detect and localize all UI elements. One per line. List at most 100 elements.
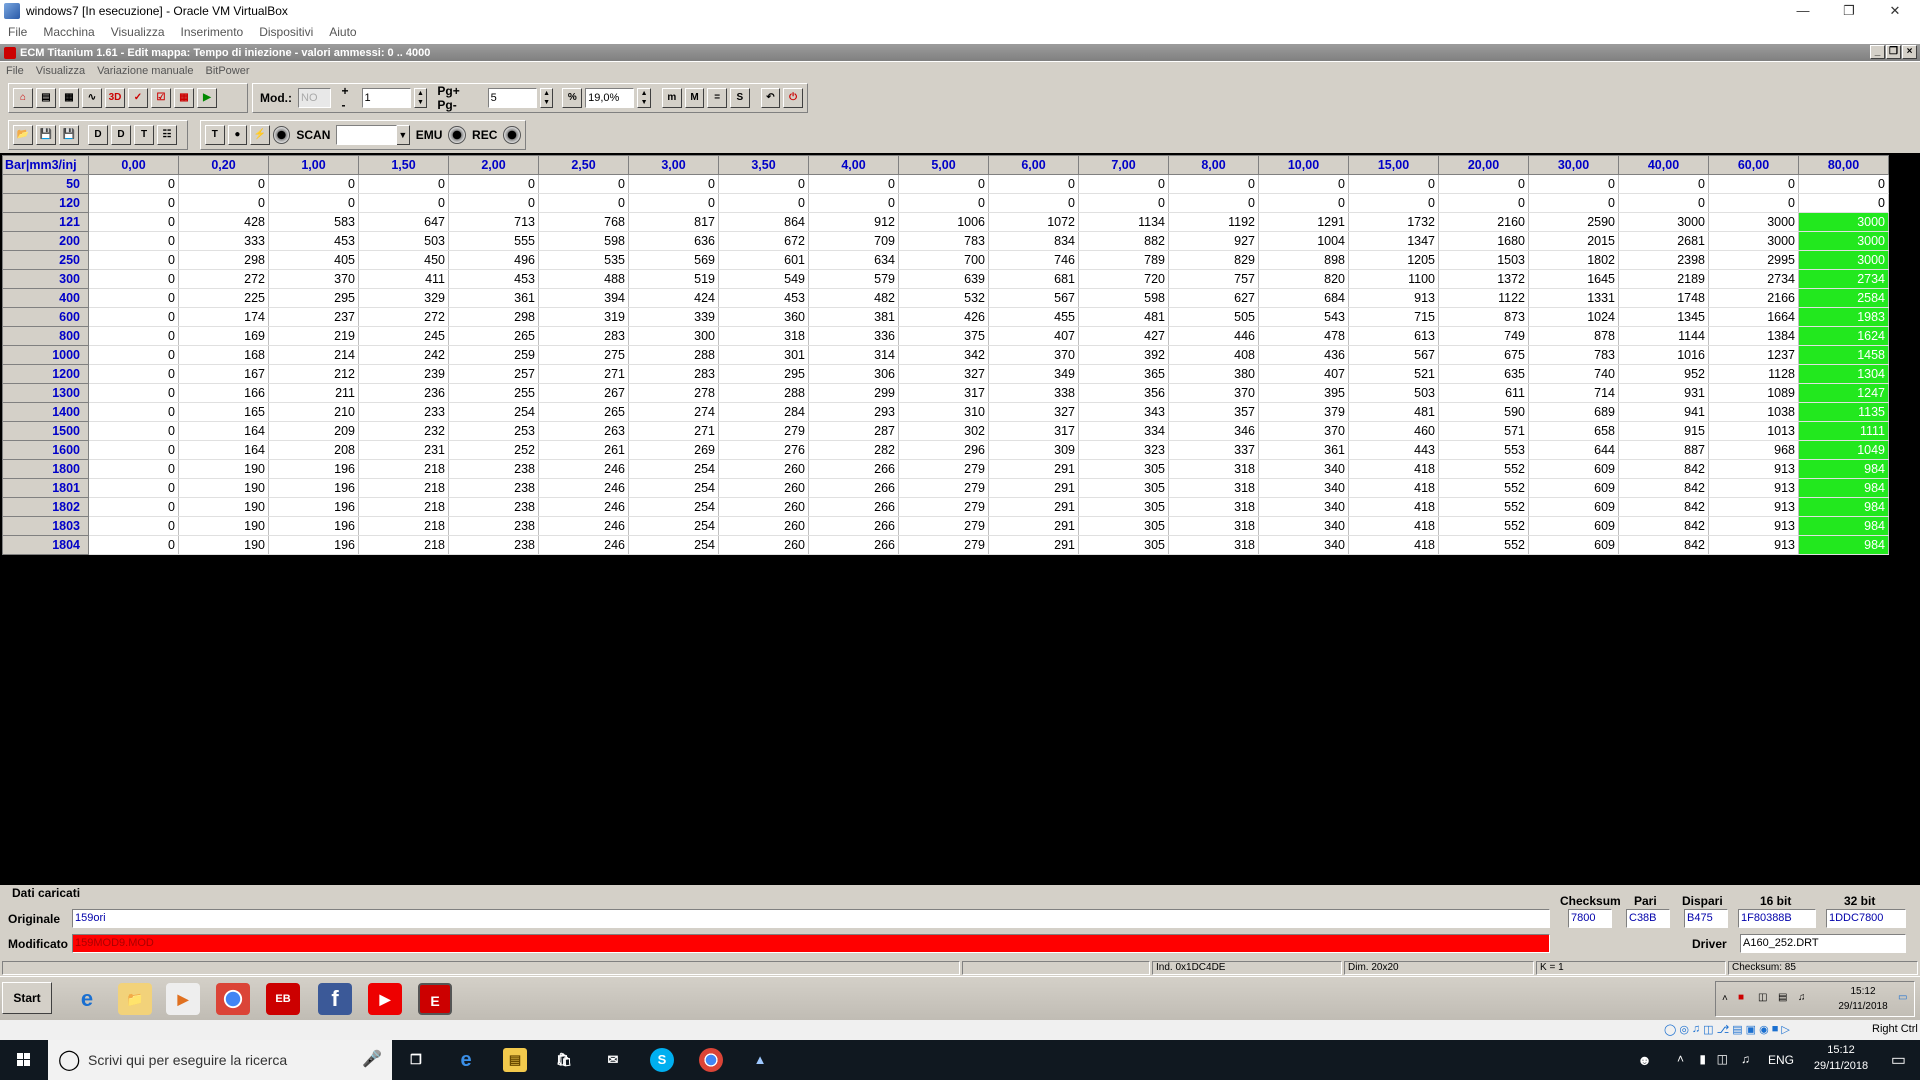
graph-icon[interactable]: ∿	[82, 88, 102, 108]
map-cell[interactable]: 552	[1438, 459, 1529, 479]
map-cell[interactable]: 318	[1168, 516, 1259, 536]
usb-icon[interactable]: ⎇	[1717, 1023, 1730, 1036]
map-cell[interactable]: 1205	[1348, 250, 1439, 270]
map-cell[interactable]: 266	[808, 459, 899, 479]
originale-field[interactable]: 159ori	[72, 909, 1550, 928]
map-cell[interactable]: 1024	[1528, 307, 1619, 327]
map-cell[interactable]: 245	[358, 326, 449, 346]
map-cell[interactable]: 0	[88, 440, 179, 460]
runner-icon[interactable]: ⚡	[250, 125, 270, 145]
map-column-header[interactable]: 4,00	[808, 155, 899, 175]
percent-field[interactable]: 19,0%	[585, 88, 635, 108]
map-cell[interactable]: 238	[448, 535, 539, 555]
ecm-menu-visualizza[interactable]: Visualizza	[36, 65, 85, 77]
map-cell[interactable]: 169	[178, 326, 269, 346]
chrome-taskbar-icon[interactable]	[699, 1048, 723, 1072]
ecm-close-button[interactable]: ×	[1902, 45, 1917, 59]
map-cell[interactable]: 295	[718, 364, 809, 384]
map-cell[interactable]: 272	[178, 269, 269, 289]
map-column-header[interactable]: 5,00	[898, 155, 989, 175]
map-cell[interactable]: 381	[808, 307, 899, 327]
map-cell[interactable]: 887	[1618, 440, 1709, 460]
page-step-spinner[interactable]: ▲ ▼	[539, 88, 554, 108]
map-cell[interactable]: 481	[1078, 307, 1169, 327]
map-cell[interactable]: 164	[178, 421, 269, 441]
tray-network-icon[interactable]: ◫	[1758, 992, 1767, 1003]
open-folder-icon[interactable]: 📂	[13, 125, 33, 145]
map-cell[interactable]: 1680	[1438, 231, 1529, 251]
map-column-header[interactable]: 1,50	[358, 155, 449, 175]
map-column-header[interactable]: 60,00	[1708, 155, 1799, 175]
file-explorer-icon[interactable]: ▤	[503, 1048, 527, 1072]
map-cell[interactable]: 319	[538, 307, 629, 327]
map-cell[interactable]: 340	[1258, 478, 1349, 498]
checklist-icon[interactable]: ☑	[151, 88, 171, 108]
map-cell[interactable]: 553	[1438, 440, 1529, 460]
doc-icon[interactable]: D	[88, 125, 108, 145]
map-cell[interactable]: 167	[178, 364, 269, 384]
map-cell[interactable]: 1192	[1168, 212, 1259, 232]
map-column-header[interactable]: 0,00	[88, 155, 179, 175]
map-cell[interactable]: 269	[628, 440, 719, 460]
map-cell[interactable]: 709	[808, 231, 899, 251]
lock-icon[interactable]: ●	[227, 125, 248, 145]
explorer-folder-icon[interactable]: 📁	[118, 983, 152, 1015]
map-cell[interactable]: 915	[1618, 421, 1709, 441]
map-cell[interactable]: 276	[718, 440, 809, 460]
map-cell[interactable]: 283	[628, 364, 719, 384]
map-cell[interactable]: 242	[358, 345, 449, 365]
map-cell[interactable]: 190	[178, 478, 269, 498]
people-icon[interactable]: ☻	[1637, 1052, 1652, 1068]
map-cell[interactable]: 302	[898, 421, 989, 441]
map-cell[interactable]: 543	[1258, 307, 1349, 327]
map-cell[interactable]: 834	[988, 231, 1079, 251]
ie-icon[interactable]: e	[70, 983, 104, 1015]
close-button[interactable]: ✕	[1872, 0, 1918, 22]
tray-up-arrow-icon[interactable]: ˄	[1677, 1052, 1684, 1066]
map-cell[interactable]: 254	[628, 478, 719, 498]
map-cell[interactable]: 789	[1078, 250, 1169, 270]
map-row-header[interactable]: 1000	[2, 345, 89, 365]
map-cell[interactable]: 644	[1528, 440, 1619, 460]
map-cell[interactable]: 407	[988, 326, 1079, 346]
map-cell[interactable]: 0	[1798, 193, 1889, 213]
map-cell[interactable]: 552	[1438, 516, 1529, 536]
map-cell[interactable]: 295	[268, 288, 359, 308]
map-cell[interactable]: 0	[1258, 193, 1349, 213]
power-icon[interactable]: ⏻	[783, 88, 803, 108]
map-cell[interactable]: 842	[1618, 497, 1709, 517]
map-cell[interactable]: 757	[1168, 269, 1259, 289]
map-cell[interactable]: 395	[1258, 383, 1349, 403]
map-cell[interactable]: 260	[718, 497, 809, 517]
map-cell[interactable]: 310	[898, 402, 989, 422]
map-row-header[interactable]: 1804	[2, 535, 89, 555]
map-cell[interactable]: 253	[448, 421, 539, 441]
map-column-header[interactable]: 0,20	[178, 155, 269, 175]
map-cell[interactable]: 0	[1348, 193, 1439, 213]
map-cell[interactable]: 0	[1528, 174, 1619, 194]
map-cell[interactable]: 337	[1168, 440, 1259, 460]
map-cell[interactable]: 164	[178, 440, 269, 460]
map-cell[interactable]: 296	[898, 440, 989, 460]
map-cell[interactable]: 266	[808, 478, 899, 498]
map-cell[interactable]: 0	[1708, 174, 1799, 194]
map-cell[interactable]: 309	[988, 440, 1079, 460]
map-cell[interactable]: 293	[808, 402, 899, 422]
map-cell[interactable]: 211	[268, 383, 359, 403]
map-cell[interactable]: 271	[538, 364, 629, 384]
map-cell[interactable]: 552	[1438, 478, 1529, 498]
map-cell[interactable]: 370	[988, 345, 1079, 365]
step-field[interactable]: 1	[361, 88, 411, 108]
map-cell[interactable]: 418	[1348, 459, 1439, 479]
map-cell[interactable]: 1347	[1348, 231, 1439, 251]
map-cell[interactable]: 1049	[1798, 440, 1889, 460]
map-cell[interactable]: 1004	[1258, 231, 1349, 251]
map-cell[interactable]: 284	[718, 402, 809, 422]
map-cell[interactable]: 453	[268, 231, 359, 251]
map-cell[interactable]: 380	[1168, 364, 1259, 384]
map-cell[interactable]: 0	[1438, 193, 1529, 213]
minimize-button[interactable]: —	[1780, 0, 1826, 22]
map-cell[interactable]: 1038	[1708, 402, 1799, 422]
map-icon[interactable]: ▦	[59, 88, 79, 108]
map-cell[interactable]: 535	[538, 250, 629, 270]
